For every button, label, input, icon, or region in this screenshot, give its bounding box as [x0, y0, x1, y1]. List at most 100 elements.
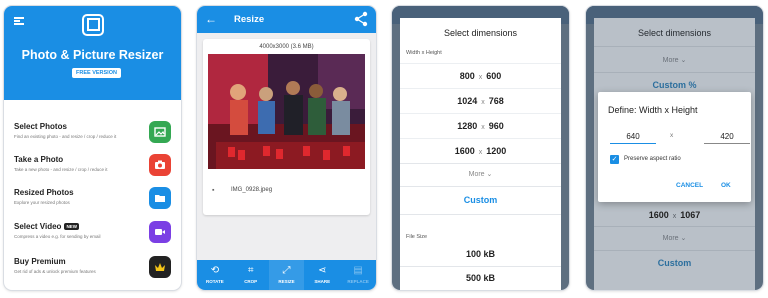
select-video-item[interactable]: Select Video NEW Compress a video e.g. fo… — [4, 216, 181, 249]
custom-percent-button: Custom % — [652, 80, 697, 90]
resize-screen: ← Resize 4000x3000 (3.6 MB) ▪ IMG_0928.j… — [197, 6, 376, 290]
divider — [594, 46, 755, 47]
height-value: 1200 — [486, 146, 507, 156]
image-file-icon: ▪ — [212, 187, 215, 194]
crop-button[interactable]: ⌗ CROP — [233, 260, 269, 290]
share-icon[interactable] — [354, 11, 368, 27]
image-card: 4000x3000 (3.6 MB) ▪ IMG_0928.jpeg — [203, 39, 370, 215]
width-value: 1600 — [454, 146, 475, 156]
height-value: 960 — [488, 121, 504, 131]
divider — [400, 163, 561, 164]
aspect-ratio-label[interactable]: Preserve aspect ratio — [624, 156, 681, 162]
custom-button[interactable]: Custom — [400, 195, 561, 205]
rotate-button[interactable]: ⟲ ROTATE — [197, 260, 233, 290]
select-dimensions-screen: Select dimensions Width x Height 800 x 600… — [392, 6, 569, 290]
free-version-badge: FREE VERSION — [72, 68, 121, 78]
divider — [594, 226, 755, 227]
width-height-label: Width x Height — [406, 50, 442, 56]
feature-title: Select Video NEW — [14, 222, 79, 231]
back-arrow-icon[interactable]: ← — [205, 12, 217, 26]
share-button[interactable]: ⋖ SHARE — [304, 260, 340, 290]
custom-dimensions-screen: Select dimensions More ⌄ Custom % 1600 x 1… — [586, 6, 763, 290]
new-badge: NEW — [64, 223, 79, 231]
image-icon[interactable] — [149, 121, 171, 143]
select-photos-item[interactable]: Select Photos Find an existing photo - a… — [4, 116, 181, 149]
sheet-title: Select dimensions — [443, 28, 518, 38]
feature-desc: Take a new photo - and resize / crop / r… — [14, 167, 108, 172]
feature-title: Resized Photos — [14, 188, 74, 197]
screen-title: Resize — [234, 14, 265, 25]
feature-title: Select Photos — [14, 122, 67, 131]
times-sign: x — [478, 74, 483, 81]
video-icon[interactable] — [149, 221, 171, 243]
times-sign: x — [670, 132, 674, 139]
file-name: IMG_0928.jpeg — [231, 187, 273, 193]
height-value: 768 — [488, 96, 504, 106]
height-input[interactable] — [704, 130, 750, 144]
dimension-option[interactable]: 1280 x 960 — [400, 113, 561, 138]
crop-icon: ⌗ — [247, 265, 254, 276]
times-sign: x — [481, 99, 485, 106]
times-sign: x — [481, 124, 485, 131]
app-title: Photo & Picture Resizer — [21, 48, 164, 62]
feature-desc: Compress a video e.g. for sending by ema… — [14, 234, 101, 239]
menu-icon[interactable] — [14, 17, 24, 25]
dimension-option: 1600 x 1067 — [594, 210, 755, 220]
divider — [400, 214, 561, 215]
app-logo-icon — [82, 14, 104, 36]
nav-label: RESIZE — [278, 279, 295, 284]
cancel-button[interactable]: CANCEL — [676, 182, 703, 189]
feature-desc: Find an existing photo - and resize / cr… — [14, 134, 117, 139]
resize-button[interactable]: ⤢ RESIZE — [268, 260, 305, 290]
feature-title: Buy Premium — [14, 257, 66, 266]
resized-photos-item[interactable]: Resized Photos Explore your resized phot… — [4, 182, 181, 215]
width-input[interactable] — [610, 130, 656, 144]
height-value: 1067 — [680, 210, 701, 220]
folder-icon[interactable] — [149, 187, 171, 209]
buy-premium-item[interactable]: Buy Premium Get rid of ads & unlock prem… — [4, 251, 181, 284]
times-sign: x — [478, 149, 483, 156]
app-header: Photo & Picture Resizer FREE VERSION — [4, 6, 181, 100]
camera-icon[interactable] — [149, 154, 171, 176]
file-size-label: File Size — [406, 234, 428, 240]
ok-button[interactable]: OK — [721, 182, 731, 189]
dimension-option[interactable]: 1024 x 768 — [400, 88, 561, 113]
nav-label: ROTATE — [205, 279, 224, 284]
dimension-option[interactable]: 1600 x 1200 — [400, 138, 561, 163]
file-size-option[interactable]: 100 kB — [400, 249, 561, 259]
divider — [594, 250, 755, 251]
more-button: More ⌄ — [662, 57, 687, 64]
width-value: 800 — [459, 71, 475, 81]
width-value: 1280 — [457, 121, 478, 131]
dimension-option[interactable]: 800 x 600 — [400, 63, 561, 88]
content-area: 4000x3000 (3.6 MB) ▪ IMG_0928.jpeg — [197, 33, 376, 260]
crown-icon[interactable] — [149, 256, 171, 278]
height-value: 600 — [486, 71, 502, 81]
take-photo-item[interactable]: Take a Photo Take a new photo - and resi… — [4, 149, 181, 182]
bottom-navigation: ⟲ ROTATE ⌗ CROP ⤢ RESIZE ⋖ SHARE ▤ REPLACE — [197, 260, 376, 290]
photo-preview[interactable] — [208, 54, 365, 169]
home-screen: Photo & Picture Resizer FREE VERSION Sel… — [4, 6, 181, 290]
define-dimensions-dialog: Define: Width x Height x ✓ Preserve aspe… — [598, 92, 751, 202]
dialog-title: Define: Width x Height — [608, 105, 698, 115]
nav-label: CROP — [244, 279, 258, 284]
more-button[interactable]: More ⌄ — [400, 170, 561, 178]
sheet-title: Select dimensions — [637, 28, 712, 38]
share-icon: ⋖ — [318, 265, 327, 276]
rotate-icon: ⟲ — [210, 265, 220, 276]
aspect-ratio-checkbox[interactable]: ✓ — [610, 155, 619, 164]
feature-desc: Explore your resized photos — [14, 200, 70, 205]
divider — [400, 266, 561, 267]
replace-button[interactable]: ▤ REPLACE — [340, 260, 376, 290]
app-bar: ← Resize — [197, 6, 376, 33]
custom-button: Custom — [657, 258, 692, 268]
replace-icon: ▤ — [353, 265, 363, 276]
divider — [594, 72, 755, 73]
more-button: More ⌄ — [662, 235, 687, 242]
file-size-option[interactable]: 500 kB — [400, 273, 561, 283]
times-sign: x — [672, 213, 677, 220]
width-value: 1024 — [457, 96, 478, 106]
feature-title: Take a Photo — [14, 155, 64, 164]
dimensions-sheet: Select dimensions Width x Height 800 x 600… — [400, 18, 561, 290]
feature-title-text: Select Video — [14, 222, 62, 231]
